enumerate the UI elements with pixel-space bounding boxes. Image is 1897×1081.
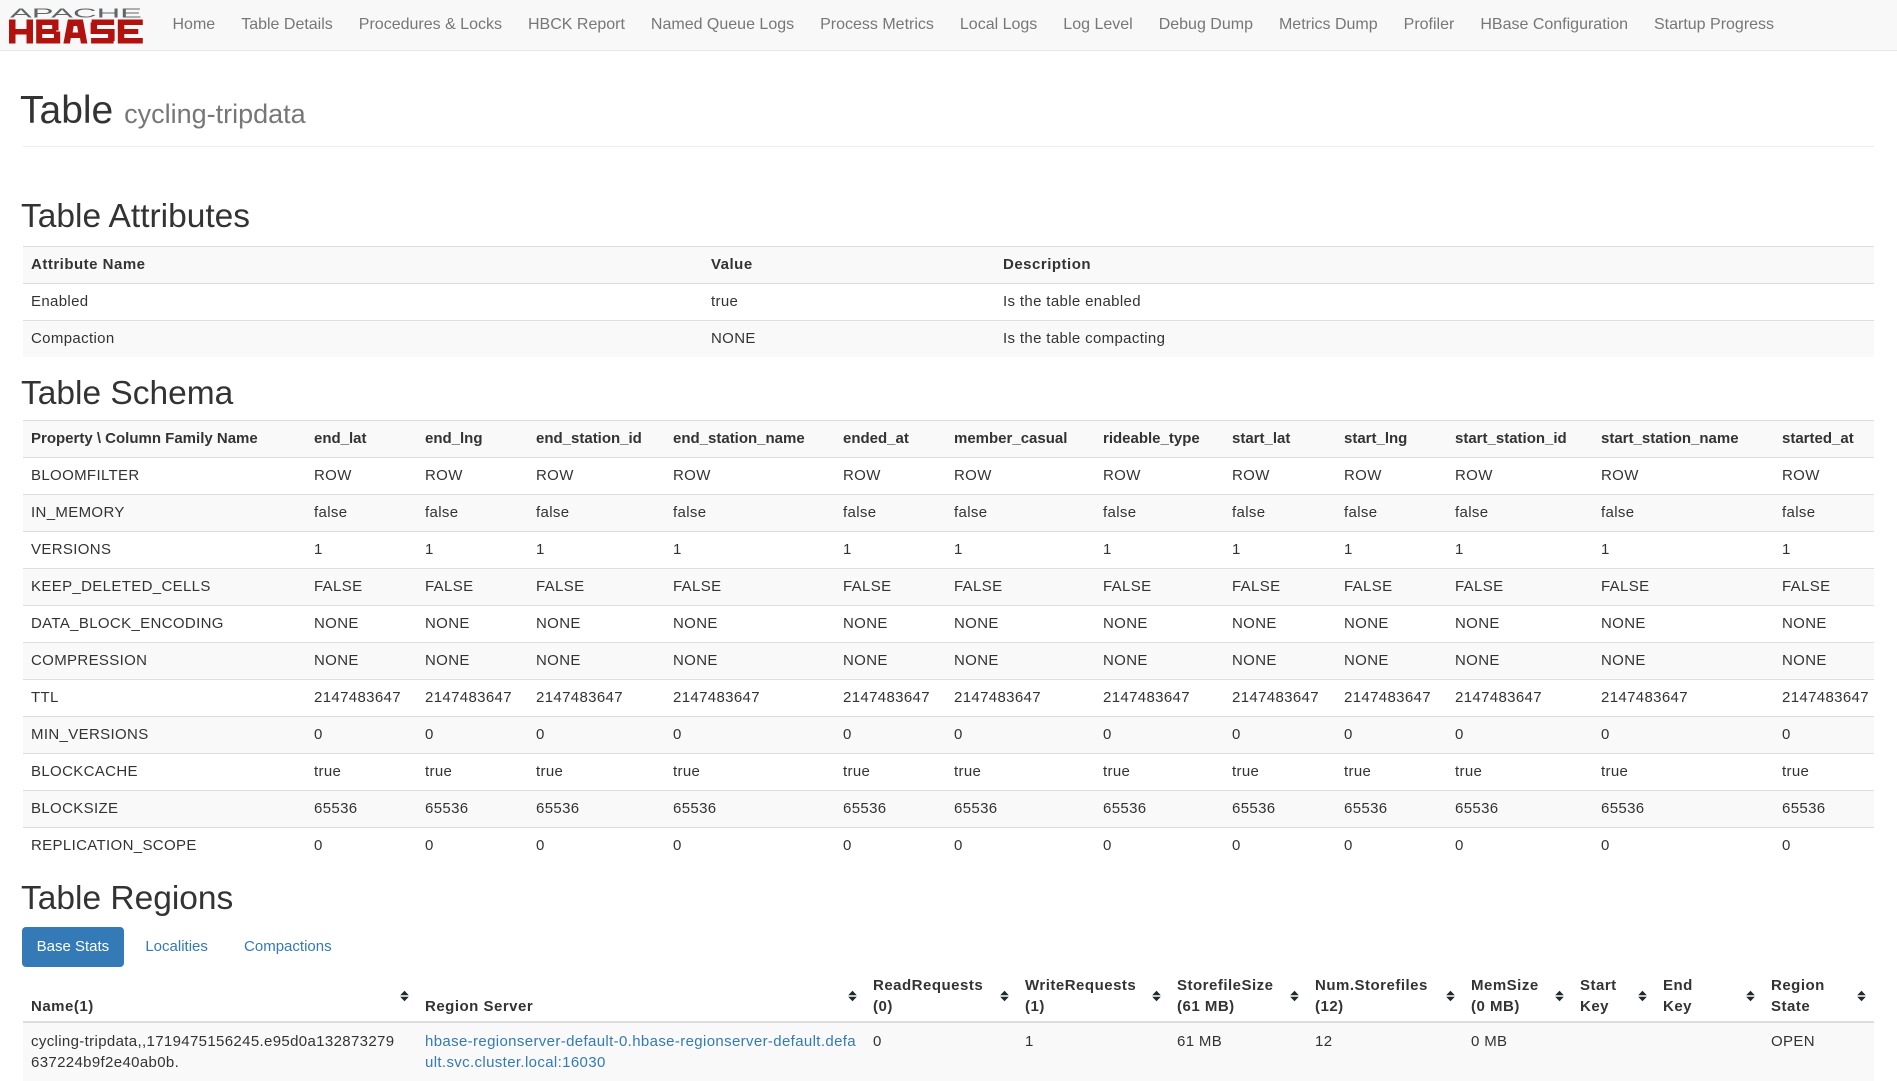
svg-text:APACHE: APACHE (10, 7, 142, 21)
